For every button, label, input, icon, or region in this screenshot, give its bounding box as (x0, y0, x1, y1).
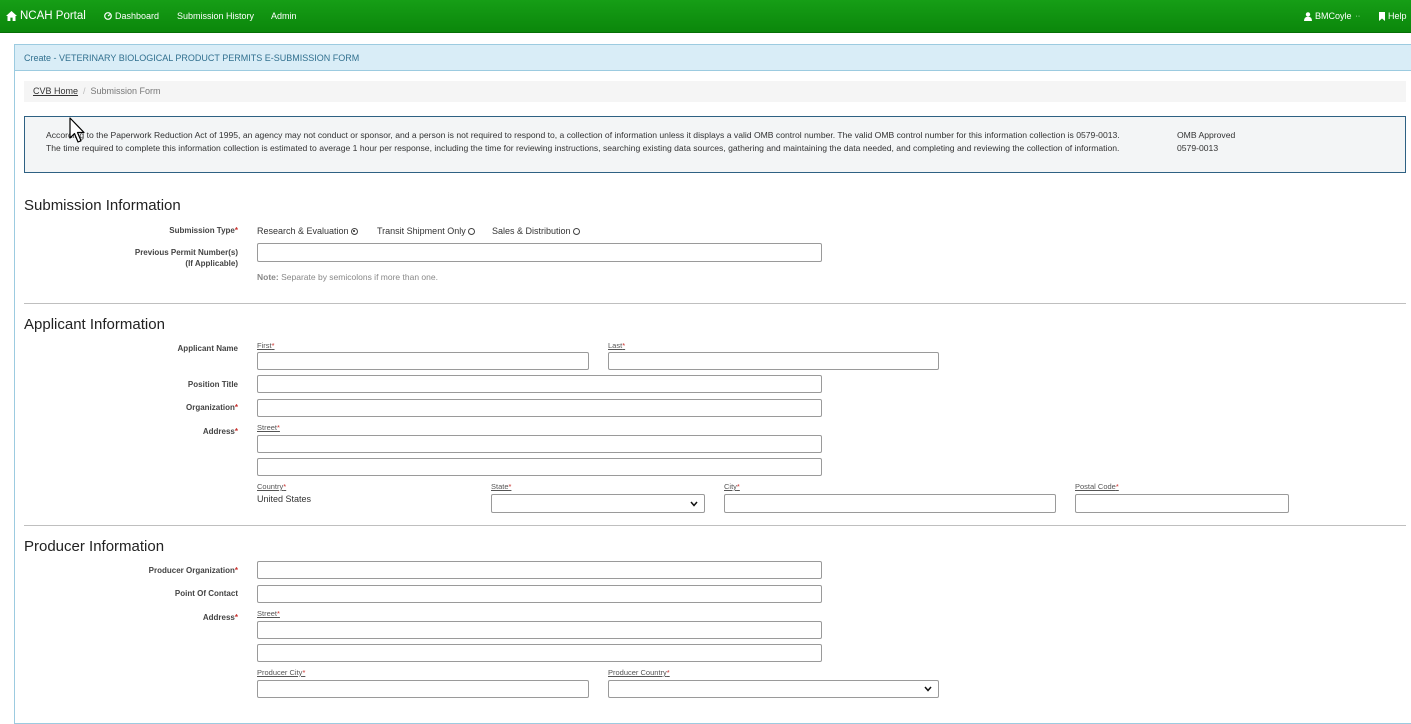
producer-city-label: Producer City* (257, 668, 306, 677)
brand-label: NCAH Portal (20, 10, 86, 22)
section-divider (24, 303, 1406, 304)
breadcrumb-separator: / (83, 86, 86, 96)
producer-organization-label: Producer Organization* (148, 566, 238, 575)
city-input[interactable] (724, 494, 1056, 513)
point-of-contact-label: Point Of Contact (174, 589, 238, 598)
top-navbar: NCAH Portal Dashboard Submission History… (0, 0, 1411, 33)
producer-country-select[interactable] (608, 680, 939, 698)
nav-admin[interactable]: Admin (271, 0, 297, 32)
dashboard-icon (104, 12, 112, 20)
producer-organization-input[interactable] (257, 561, 822, 579)
section-divider (24, 525, 1406, 526)
producer-street-line-2-input[interactable] (257, 644, 822, 662)
street-label: Street* (257, 423, 280, 432)
radio-sales-distribution[interactable]: Sales & Distribution (492, 225, 580, 237)
nav-help[interactable]: Help (1379, 0, 1407, 32)
radio-button[interactable] (467, 227, 475, 235)
state-label: State* (491, 482, 512, 491)
breadcrumb-home-link[interactable]: CVB Home (33, 86, 78, 96)
panel-heading: Create - VETERINARY BIOLOGICAL PRODUCT P… (15, 45, 1411, 71)
radio-transit-shipment[interactable]: Transit Shipment Only (377, 225, 475, 237)
permit-note: Note: Separate by semicolons if more tha… (257, 272, 438, 282)
previous-permit-label: Previous Permit Number(s) (If Applicable… (134, 248, 238, 268)
organization-label: Organization* (185, 403, 238, 412)
user-name: BMCoyle (1315, 11, 1352, 21)
section-title-applicant: Applicant Information (24, 316, 165, 333)
nav-dashboard[interactable]: Dashboard (104, 0, 159, 32)
producer-address-label: Address* (202, 613, 238, 622)
country-label: Country* (257, 482, 287, 491)
postal-code-label: Postal Code* (1075, 482, 1119, 491)
submission-type-label: Submission Type* (169, 226, 238, 235)
paperwork-notice: According to the Paperwork Reduction Act… (24, 116, 1406, 173)
chevron-down-icon (924, 684, 932, 694)
last-name-label: Last* (608, 341, 626, 350)
last-name-input[interactable] (608, 352, 939, 370)
nav-dashboard-label: Dashboard (115, 11, 160, 21)
notice-line-2: The time required to complete this infor… (46, 143, 1120, 153)
chevron-down-icon (690, 499, 698, 509)
address-label: Address* (202, 427, 238, 436)
previous-permit-input[interactable] (257, 243, 822, 262)
omb-number: 0579-0013 (1177, 143, 1219, 153)
producer-city-input[interactable] (257, 680, 589, 698)
country-value: United States (257, 494, 312, 504)
home-icon (6, 11, 17, 21)
caret-icon: ·· (1355, 12, 1361, 20)
first-name-input[interactable] (257, 352, 589, 370)
bookmark-icon (1379, 11, 1385, 21)
section-title-producer: Producer Information (24, 538, 165, 555)
breadcrumb-current: Submission Form (90, 86, 161, 96)
radio-button[interactable] (572, 227, 580, 235)
radio-research-evaluation[interactable]: Research & Evaluation (257, 225, 358, 237)
first-name-label: First* (257, 341, 275, 350)
radio-sales-label: Sales & Distribution (492, 226, 571, 236)
help-label: Help (1388, 11, 1407, 21)
producer-street-label: Street* (257, 609, 280, 618)
postal-code-input[interactable] (1075, 494, 1289, 513)
mouse-cursor-icon (69, 117, 88, 147)
producer-street-line-1-input[interactable] (257, 621, 822, 639)
state-select[interactable] (491, 494, 705, 513)
city-label: City* (724, 482, 740, 491)
notice-line-1: According to the Paperwork Reduction Act… (46, 130, 1120, 140)
street-line-2-input[interactable] (257, 458, 822, 476)
section-title-submission: Submission Information (24, 197, 181, 214)
applicant-name-label: Applicant Name (177, 344, 238, 353)
producer-country-label: Producer Country* (608, 668, 670, 677)
radio-button-checked[interactable] (350, 227, 358, 235)
radio-transit-label: Transit Shipment Only (377, 226, 466, 236)
brand-link[interactable]: NCAH Portal (6, 0, 86, 32)
omb-approved-label: OMB Approved (1177, 130, 1236, 140)
breadcrumb: CVB Home / Submission Form (24, 81, 1406, 102)
point-of-contact-input[interactable] (257, 585, 822, 603)
user-icon (1304, 11, 1312, 21)
organization-input[interactable] (257, 399, 822, 417)
nav-submission-history[interactable]: Submission History (177, 0, 254, 32)
street-line-1-input[interactable] (257, 435, 822, 453)
position-title-input[interactable] (257, 375, 822, 393)
user-menu[interactable]: BMCoyle ·· (1304, 0, 1360, 32)
radio-research-label: Research & Evaluation (257, 226, 349, 236)
position-title-label: Position Title (187, 380, 238, 389)
